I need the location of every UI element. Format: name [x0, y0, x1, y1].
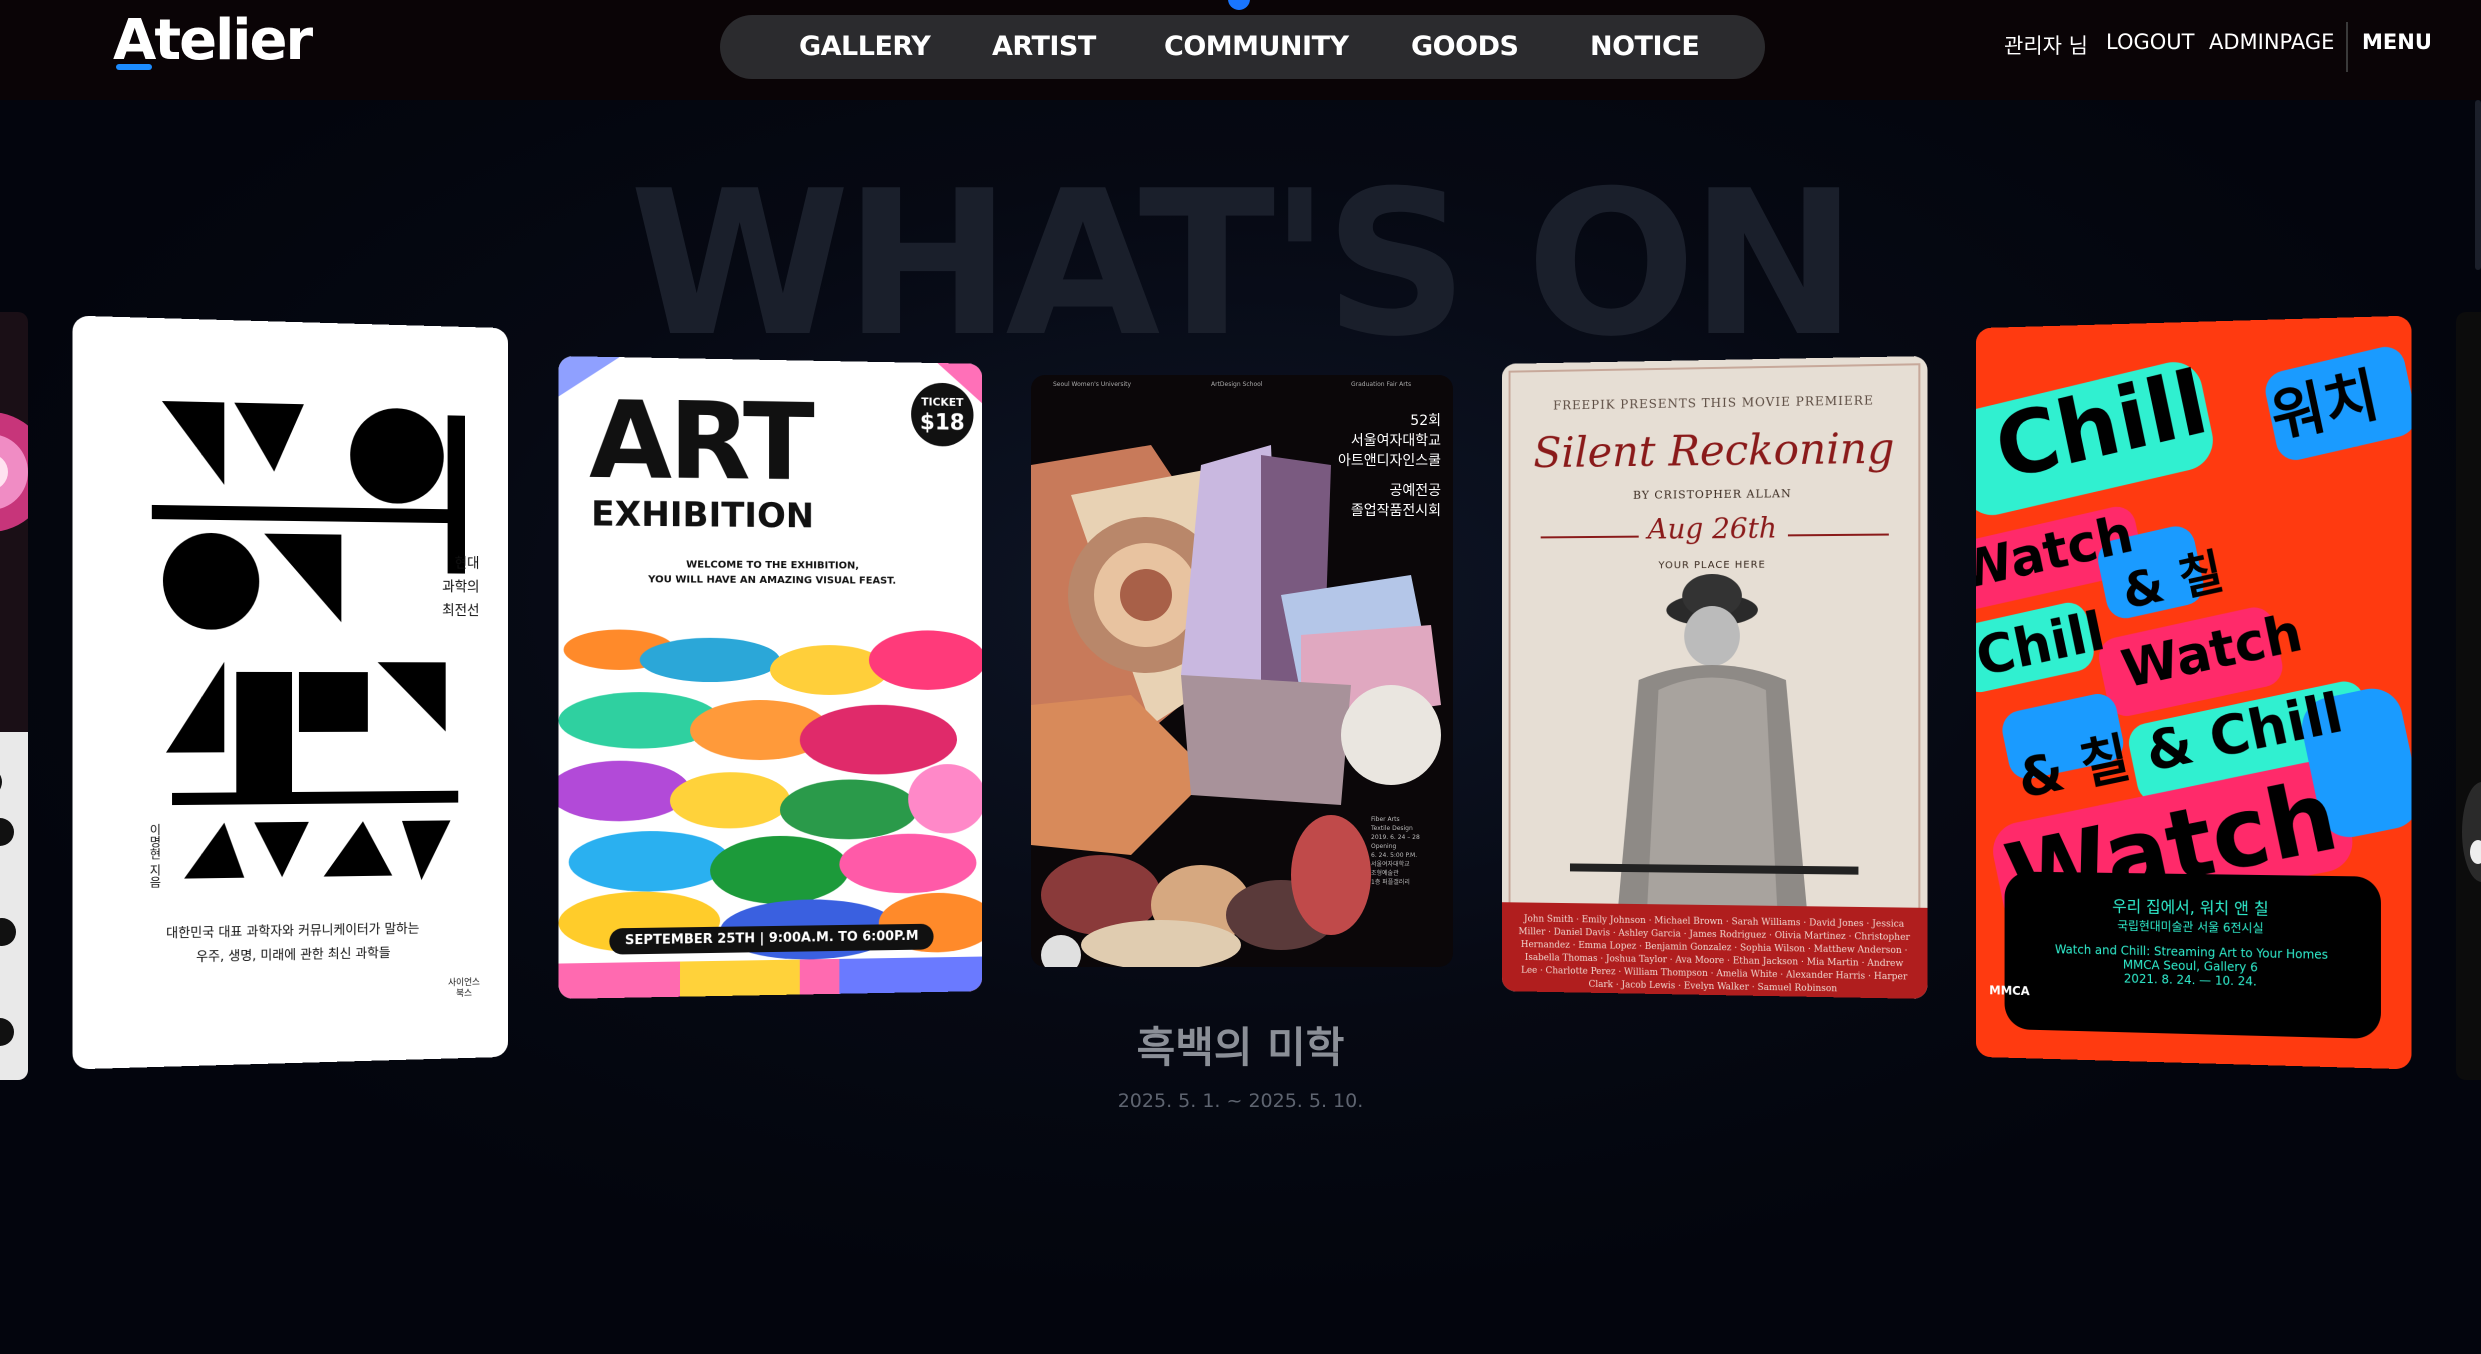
poster-2-date-bar: SEPTEMBER 25TH | 9:00A.M. TO 6:00P.M [609, 923, 934, 955]
poster-1-side-text: 현대 과학의 최전선 [412, 551, 480, 623]
p3-foot-2: Textile Design [1371, 825, 1413, 832]
p3-line-3: 아트앤디자인스쿨 [1337, 453, 1441, 469]
p3-line-5: 졸업작품전시회 [1350, 503, 1441, 519]
side-text-3: 최전선 [442, 603, 480, 620]
p3-foot-5: 6. 24. 5:00 P.M. [1371, 852, 1418, 859]
poster-3-top-left: Seoul Women's University [1053, 381, 1132, 388]
user-greeting: 관리자 님 [2004, 34, 2088, 58]
poster-1-author: 이명현 지음 [147, 823, 162, 889]
nav-community[interactable]: COMMUNITY [1164, 15, 1349, 79]
poster-3-headline: 52회 서울여자대학교 아트앤디자인스쿨 공예전공 졸업작품전시회 [1301, 411, 1441, 521]
side-text-1: 현대 [454, 555, 480, 572]
poster-4-date: Aug 26th [1647, 511, 1777, 546]
poster-1-publisher: 사이언스 북스 [448, 977, 480, 1000]
poster-science-book[interactable]: 현대 과학의 최전선 이명현 지음 대한민국 대표 과학자와 커뮤니케이터가 말… [72, 315, 509, 1070]
nav-gallery[interactable]: GALLERY [799, 15, 931, 79]
side-text-2: 과학의 [442, 579, 480, 596]
logout-link[interactable]: LOGOUT [2106, 30, 2194, 54]
poster-4-title: Silent Reckoning [1533, 423, 1895, 478]
p3-line-4: 공예전공 [1389, 483, 1441, 499]
poster-partial-left[interactable] [0, 312, 28, 1080]
poster-watch-and-chill[interactable]: Chill 워치 Watch & 칠 Chill Watch & 칠 & Chi… [1975, 315, 2412, 1070]
poster-2-subtitle: EXHIBITION [591, 494, 814, 537]
poster-3-top-right: Graduation Fair Arts [1351, 381, 1412, 388]
poster-4-credits: John Smith · Emily Johnson · Michael Bro… [1518, 914, 1910, 995]
p5-logo: MMCA [1989, 983, 2030, 999]
ticket-price: $18 [919, 410, 965, 436]
menu-button[interactable]: MENU [2362, 30, 2432, 54]
main-nav: GALLERY ARTIST COMMUNITY GOODS NOTICE [720, 15, 1765, 79]
header-divider [2346, 22, 2348, 72]
p3-foot-3: 2019. 6. 24 – 28 [1371, 834, 1420, 841]
ticket-label: TICKET [921, 395, 964, 410]
adminpage-link[interactable]: ADMINPAGE [2209, 30, 2334, 54]
logo-accent [116, 64, 152, 70]
p3-line-1: 52회 [1410, 413, 1441, 429]
top-header: Atelier GALLERY ARTIST COMMUNITY GOODS N… [0, 0, 2481, 100]
p3-line-2: 서울여자대학교 [1350, 433, 1441, 449]
partial-left-artwork [0, 312, 28, 1080]
p3-foot-4: Opening [1371, 843, 1397, 850]
p5-info: 우리 집에서, 워치 앤 칠 국립현대미술관 서울 6전시실 Watch and… [2005, 891, 2381, 991]
poster-silent-reckoning[interactable]: FREEPIK PRESENTS THIS MOVIE PREMIERE Sil… [1501, 356, 1928, 999]
p3-foot-8: 1층 퍼플갤러리 [1371, 879, 1410, 886]
featured-exhibition-title: 흑백의 미학 [1136, 1023, 1345, 1072]
poster-partial-right[interactable] [2456, 312, 2481, 1080]
poster-3-top-mid: ArtDesign School [1211, 381, 1263, 388]
nav-goods[interactable]: GOODS [1411, 15, 1519, 79]
p3-foot-6: 서울여자대학교 [1371, 861, 1410, 868]
featured-exhibition-dates: 2025. 5. 1. ~ 2025. 5. 10. [1117, 1090, 1364, 1112]
poster-2-welcome-2: YOU WILL HAVE AN AMAZING VISUAL FEAST. [648, 574, 897, 587]
nav-indicator-dot [1228, 0, 1250, 10]
partial-right-artwork [2462, 782, 2481, 882]
p3-foot-1: Fiber Arts [1371, 816, 1400, 823]
nav-notice[interactable]: NOTICE [1590, 15, 1700, 79]
poster-craft-graduation[interactable]: Seoul Women's University ArtDesign Schoo… [1031, 375, 1453, 967]
poster-art-exhibition[interactable]: ART EXHIBITION TICKET $18 WELCOME TO THE… [558, 356, 983, 999]
poster-2-title: ART [589, 377, 812, 505]
p3-foot-7: 조형예술관 [1371, 870, 1399, 877]
nav-artist[interactable]: ARTIST [992, 15, 1096, 79]
poster-3-footer: Fiber Arts Textile Design 2019. 6. 24 – … [1371, 815, 1441, 887]
